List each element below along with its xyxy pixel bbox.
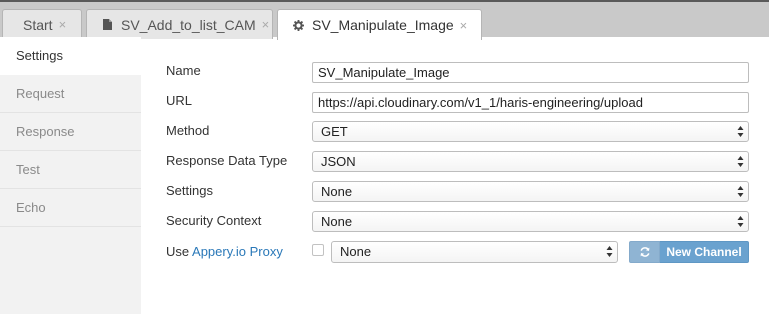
sidebar: Settings Request Response Test Echo — [0, 37, 141, 314]
tab-bar: Start × SV_Add_to_list_CAM × SV_Manipula… — [0, 0, 769, 40]
new-channel-button[interactable]: New Channel — [660, 241, 749, 263]
sidebar-item-response[interactable]: Response — [0, 113, 141, 151]
url-input[interactable]: https://api.cloudinary.com/v1_1/haris-en… — [312, 92, 749, 113]
security-context-select[interactable]: None — [312, 211, 749, 232]
tab-sv-add-to-list-cam[interactable]: SV_Add_to_list_CAM × — [86, 9, 273, 39]
sidebar-item-echo[interactable]: Echo — [0, 189, 141, 227]
close-icon[interactable]: × — [262, 17, 270, 32]
response-data-type-value: JSON — [321, 154, 356, 169]
close-icon[interactable]: × — [59, 17, 67, 32]
settings-select[interactable]: None — [312, 181, 749, 202]
document-icon — [101, 19, 113, 31]
name-input[interactable]: SV_Manipulate_Image — [312, 62, 749, 83]
select-arrows-icon — [606, 246, 613, 257]
method-value: GET — [321, 124, 348, 139]
name-label: Name — [166, 63, 201, 78]
tab-label: SV_Add_to_list_CAM — [121, 16, 256, 33]
sidebar-item-request[interactable]: Request — [0, 75, 141, 113]
tab-sv-manipulate-image[interactable]: SV_Manipulate_Image × — [277, 9, 482, 40]
tab-label: Start — [23, 16, 53, 33]
proxy-label-prefix: Use — [166, 244, 190, 259]
refresh-button[interactable] — [629, 241, 660, 263]
select-arrows-icon — [737, 126, 744, 137]
select-arrows-icon — [737, 216, 744, 227]
close-icon[interactable]: × — [460, 18, 468, 33]
security-context-label: Security Context — [166, 213, 262, 228]
proxy-channel-select[interactable]: None — [331, 241, 618, 263]
method-select[interactable]: GET — [312, 121, 749, 142]
gear-icon — [292, 19, 304, 31]
use-proxy-checkbox[interactable] — [312, 244, 324, 256]
sidebar-item-settings[interactable]: Settings — [0, 37, 141, 75]
method-label: Method — [166, 123, 210, 138]
settings-label: Settings — [166, 183, 213, 198]
response-data-type-select[interactable]: JSON — [312, 151, 749, 172]
sidebar-item-test[interactable]: Test — [0, 151, 141, 189]
proxy-channel-value: None — [340, 244, 372, 259]
tab-label: SV_Manipulate_Image — [312, 17, 454, 33]
settings-value: None — [321, 184, 353, 199]
appery-proxy-link[interactable]: Appery.io Proxy — [192, 244, 283, 259]
response-data-type-label: Response Data Type — [166, 153, 288, 168]
url-label: URL — [166, 93, 193, 108]
tab-start[interactable]: Start × — [2, 9, 82, 39]
security-context-value: None — [321, 214, 353, 229]
proxy-label: Use Appery.io Proxy — [166, 244, 283, 259]
select-arrows-icon — [737, 186, 744, 197]
select-arrows-icon — [737, 156, 744, 167]
refresh-icon — [639, 247, 650, 257]
